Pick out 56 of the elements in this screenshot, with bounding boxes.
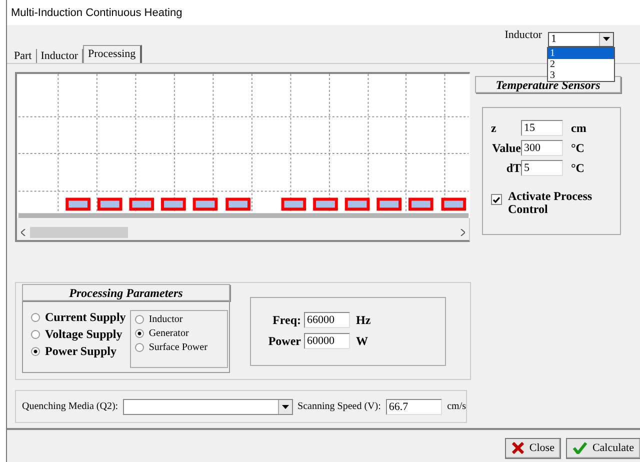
field-label: z — [491, 120, 498, 136]
field-label: Value — [491, 140, 521, 156]
quenching-dropdown[interactable] — [123, 398, 293, 414]
coil-block — [161, 198, 186, 211]
unit-label: Hz — [356, 312, 371, 328]
unit-label: cm — [571, 120, 586, 136]
quenching-label: Quenching Media (Q2): — [22, 401, 118, 412]
field-label: Freq: — [272, 312, 301, 328]
reference-radio[interactable]: Inductor — [134, 314, 223, 325]
dropdown-option[interactable]: 2 — [548, 59, 614, 70]
coil-block — [408, 198, 434, 211]
tab[interactable]: Part — [10, 49, 37, 63]
field-label: dT — [505, 160, 521, 176]
checkmark-icon — [573, 442, 588, 454]
coil-block — [376, 198, 402, 211]
input-field[interactable]: 15 — [521, 120, 563, 136]
input-field[interactable]: 300 — [521, 140, 563, 156]
coil-block — [344, 198, 370, 211]
supply-radio[interactable]: Voltage Supply — [31, 327, 126, 342]
scroll-left-icon — [21, 228, 26, 236]
input-field[interactable]: 66000 — [304, 312, 350, 328]
coil-block — [129, 198, 154, 211]
coil-block — [313, 198, 338, 211]
window-title: Multi-Induction Continuous Heating — [11, 6, 182, 18]
unit-label: °C — [571, 160, 584, 176]
unit-label: W — [356, 334, 368, 348]
coil-block — [441, 198, 466, 211]
unit-label: °C — [571, 140, 584, 156]
input-field[interactable]: 66.7 — [386, 398, 442, 414]
checkbox-label: Activate Process Control — [508, 190, 594, 216]
calculate-button[interactable]: Calculate — [566, 438, 640, 458]
coil-block — [97, 198, 122, 211]
caret-icon — [282, 404, 289, 408]
supply-radio[interactable]: Power Supply — [31, 344, 126, 359]
unit-label: cm/s — [447, 401, 466, 412]
coil-block — [66, 198, 90, 211]
cross-icon — [512, 442, 524, 454]
coil-block — [281, 198, 306, 211]
inductor-dropdown[interactable]: 1 — [548, 32, 614, 46]
input-field[interactable]: 60000 — [304, 333, 350, 349]
inductor-label: Inductor — [504, 29, 542, 41]
input-field[interactable]: 5 — [521, 160, 563, 176]
coil-block — [192, 198, 218, 211]
coil-block — [226, 198, 250, 211]
supply-radio[interactable]: Current Supply — [31, 310, 126, 325]
reference-radio[interactable]: Generator — [134, 328, 223, 339]
scroll-right-icon — [460, 228, 465, 236]
caret-icon — [603, 37, 610, 41]
section-header: Processing Parameters — [22, 284, 230, 301]
checkbox[interactable] — [491, 194, 502, 205]
dropdown-option[interactable]: 1 — [548, 48, 614, 59]
close-button[interactable]: Close — [505, 438, 562, 458]
field-label: Power — [267, 334, 301, 348]
scanning-label: Scanning Speed (V): — [298, 401, 381, 412]
tab[interactable]: Processing — [83, 45, 142, 63]
reference-radio[interactable]: Surface Power — [134, 342, 223, 353]
